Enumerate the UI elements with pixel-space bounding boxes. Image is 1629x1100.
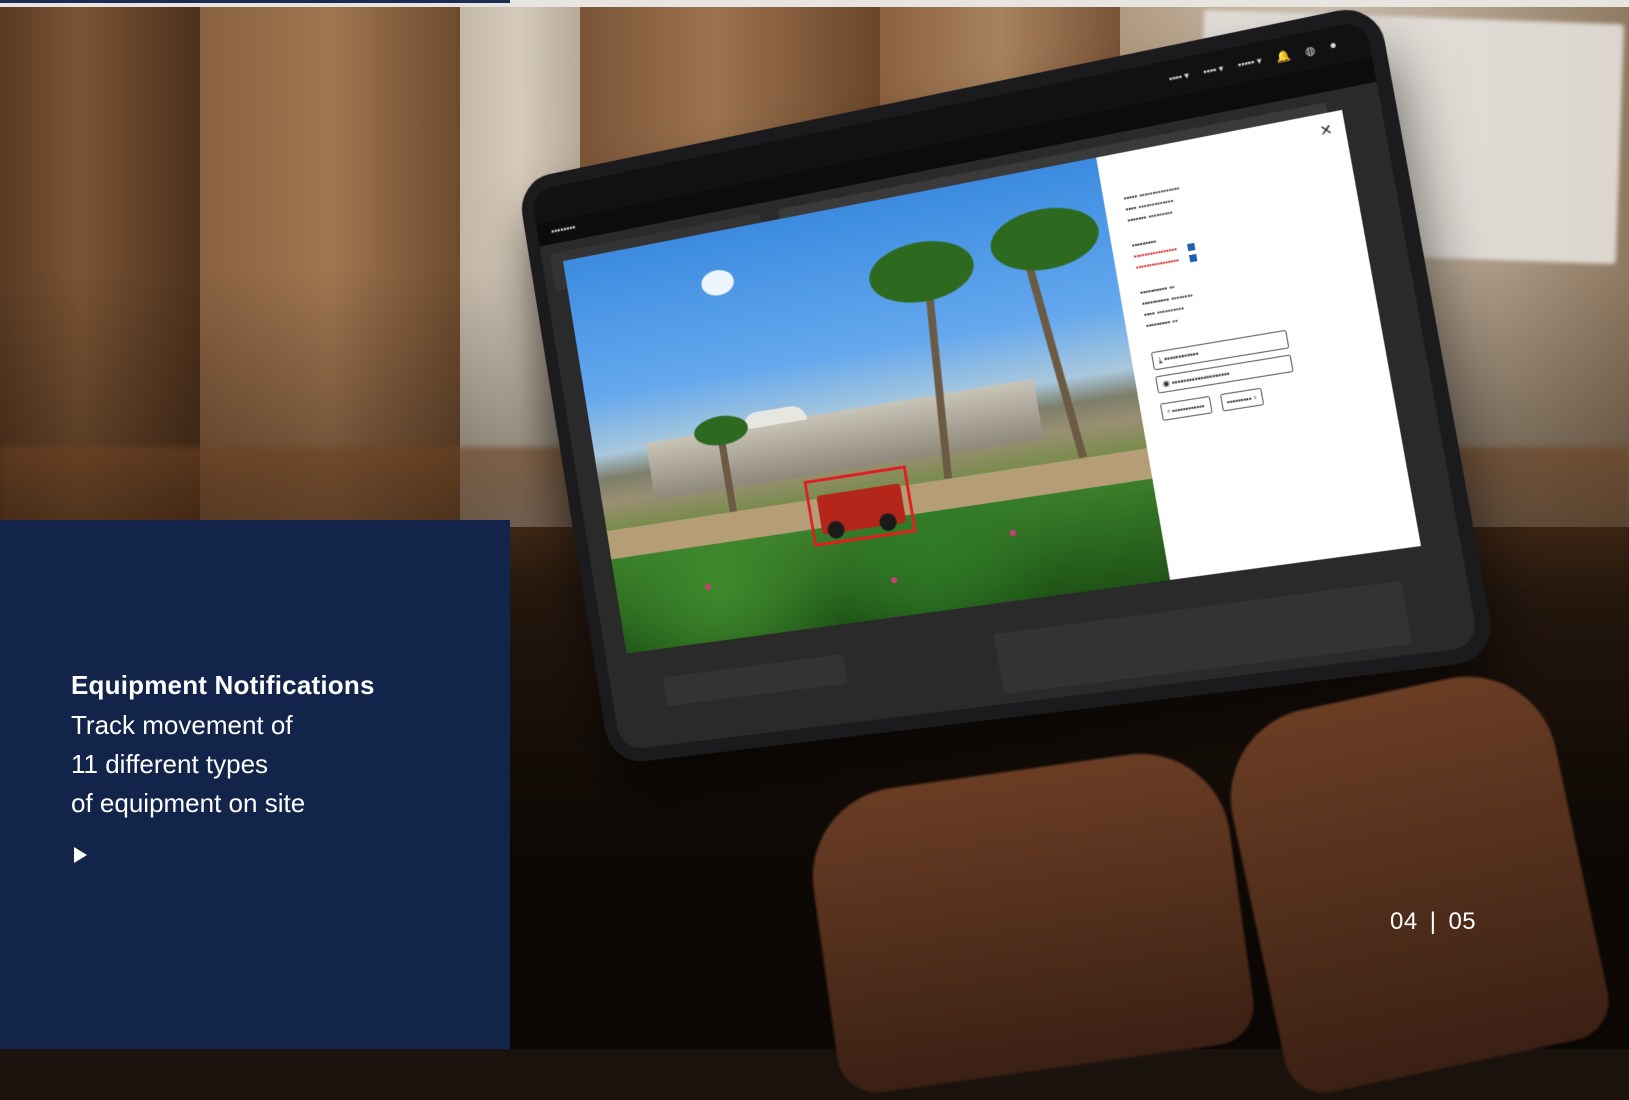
slide-title: Equipment Notifications	[71, 670, 375, 701]
user-icon: ●	[1329, 39, 1338, 53]
slide-description-line: 11 different types	[71, 749, 268, 780]
play-icon[interactable]	[74, 847, 87, 863]
slide-progress-fill	[0, 0, 510, 3]
globe-icon: ◍	[1304, 43, 1316, 58]
slide-counter-separator: |	[1430, 908, 1437, 936]
slide-description-line: of equipment on site	[71, 788, 305, 819]
slide-progress-bar	[0, 0, 1629, 7]
hand-left	[801, 742, 1259, 1098]
caption-panel: Equipment Notifications Track movement o…	[0, 520, 510, 1049]
slide-counter-current: 04	[1390, 908, 1418, 936]
slide-counter-total: 05	[1448, 908, 1476, 936]
slide-counter: 04 | 05	[1390, 908, 1476, 936]
bell-icon: 🔔	[1275, 48, 1292, 64]
close-icon: ✕	[1318, 121, 1334, 141]
slide-description-line: Track movement of	[71, 710, 293, 741]
